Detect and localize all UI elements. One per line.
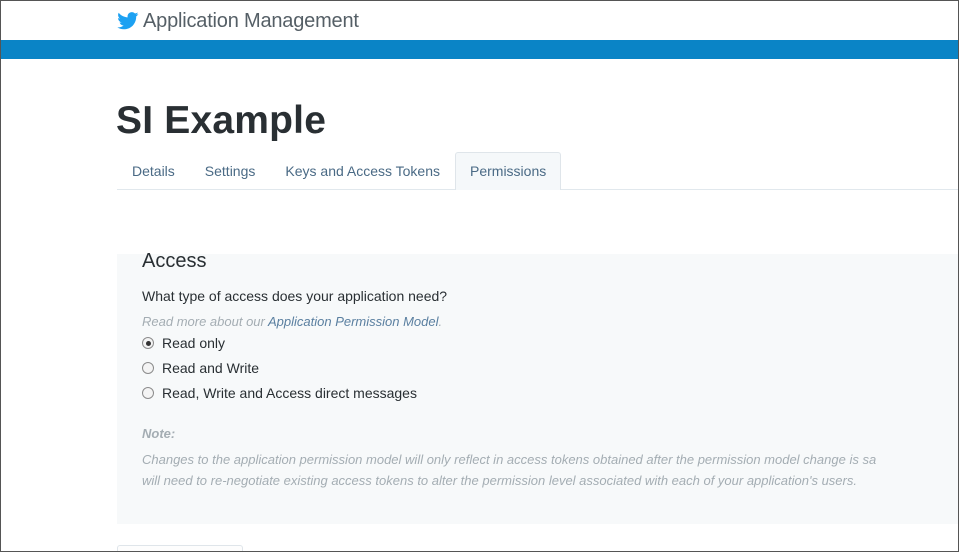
radio-read-only[interactable]	[142, 337, 154, 349]
option-label: Read only	[162, 335, 226, 351]
readmore-text: Read more about our Application Permissi…	[142, 314, 442, 329]
option-read-write-dm[interactable]: Read, Write and Access direct messages	[142, 384, 417, 402]
note-label: Note:	[142, 426, 176, 441]
radio-read-write-dm[interactable]	[142, 387, 154, 399]
access-question: What type of access does your applicatio…	[142, 288, 448, 304]
top-header: Application Management	[1, 1, 958, 40]
note-line-1: Changes to the application permission mo…	[142, 452, 877, 467]
option-read-and-write[interactable]: Read and Write	[142, 359, 259, 377]
readmore-suffix: .	[438, 314, 443, 329]
tab-bar: Details Settings Keys and Access Tokens …	[117, 152, 958, 190]
brand-title: Application Management	[143, 9, 359, 32]
permission-model-link[interactable]: Application Permission Model	[268, 314, 439, 329]
update-settings-button[interactable]	[117, 545, 243, 551]
tab-permissions[interactable]: Permissions	[455, 152, 562, 190]
access-panel: Access What type of access does your app…	[117, 250, 958, 524]
note-text: Changes to the application permission mo…	[142, 449, 958, 491]
brand-link[interactable]: Application Management	[117, 8, 359, 34]
option-read-only[interactable]: Read only	[142, 334, 225, 352]
twitter-bird-icon	[117, 12, 139, 30]
radio-read-and-write[interactable]	[142, 362, 154, 374]
tab-details[interactable]: Details	[117, 152, 190, 189]
option-label: Read, Write and Access direct messages	[162, 385, 417, 401]
tab-keys-and-access-tokens[interactable]: Keys and Access Tokens	[270, 152, 455, 189]
readmore-prefix: Read more about our	[142, 314, 268, 329]
page-title: SI Example	[116, 99, 327, 142]
header-accent-bar	[1, 40, 958, 59]
option-label: Read and Write	[162, 360, 260, 376]
section-title: Access	[142, 250, 207, 272]
note-line-2: will need to re-negotiate existing acces…	[142, 473, 857, 488]
main-content: SI Example Details Settings Keys and Acc…	[1, 59, 958, 551]
tab-settings[interactable]: Settings	[190, 152, 271, 189]
browser-page: Application Management SI Example Detail…	[0, 0, 959, 552]
